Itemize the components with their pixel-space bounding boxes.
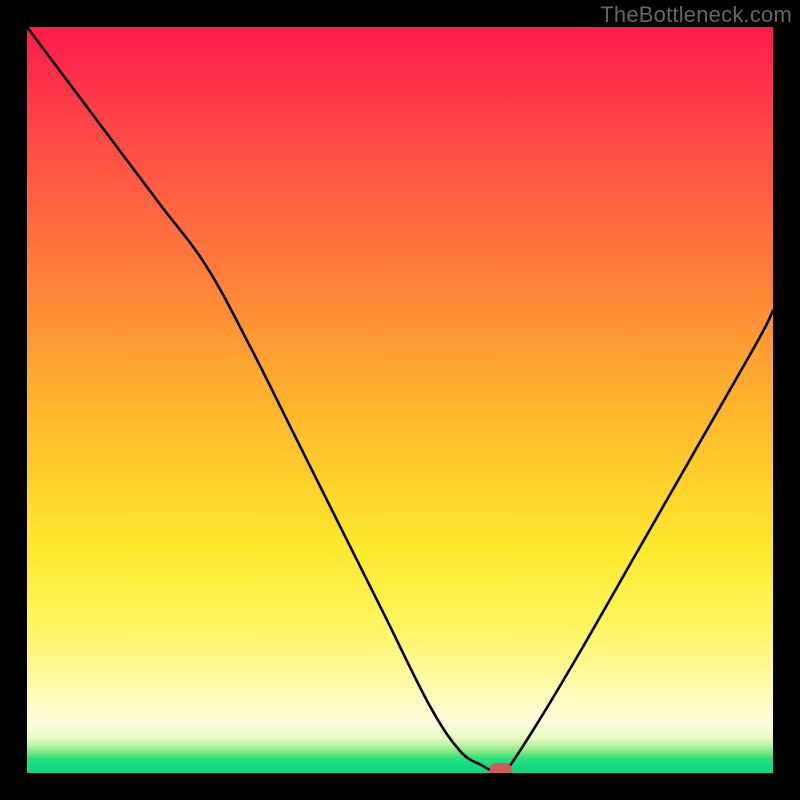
- chart-container: TheBottleneck.com: [0, 0, 800, 800]
- bottleneck-curve: [27, 27, 773, 773]
- optimum-marker: [490, 763, 512, 773]
- watermark-text: TheBottleneck.com: [600, 2, 792, 28]
- chart-svg: [27, 27, 773, 773]
- plot-area: [27, 27, 773, 773]
